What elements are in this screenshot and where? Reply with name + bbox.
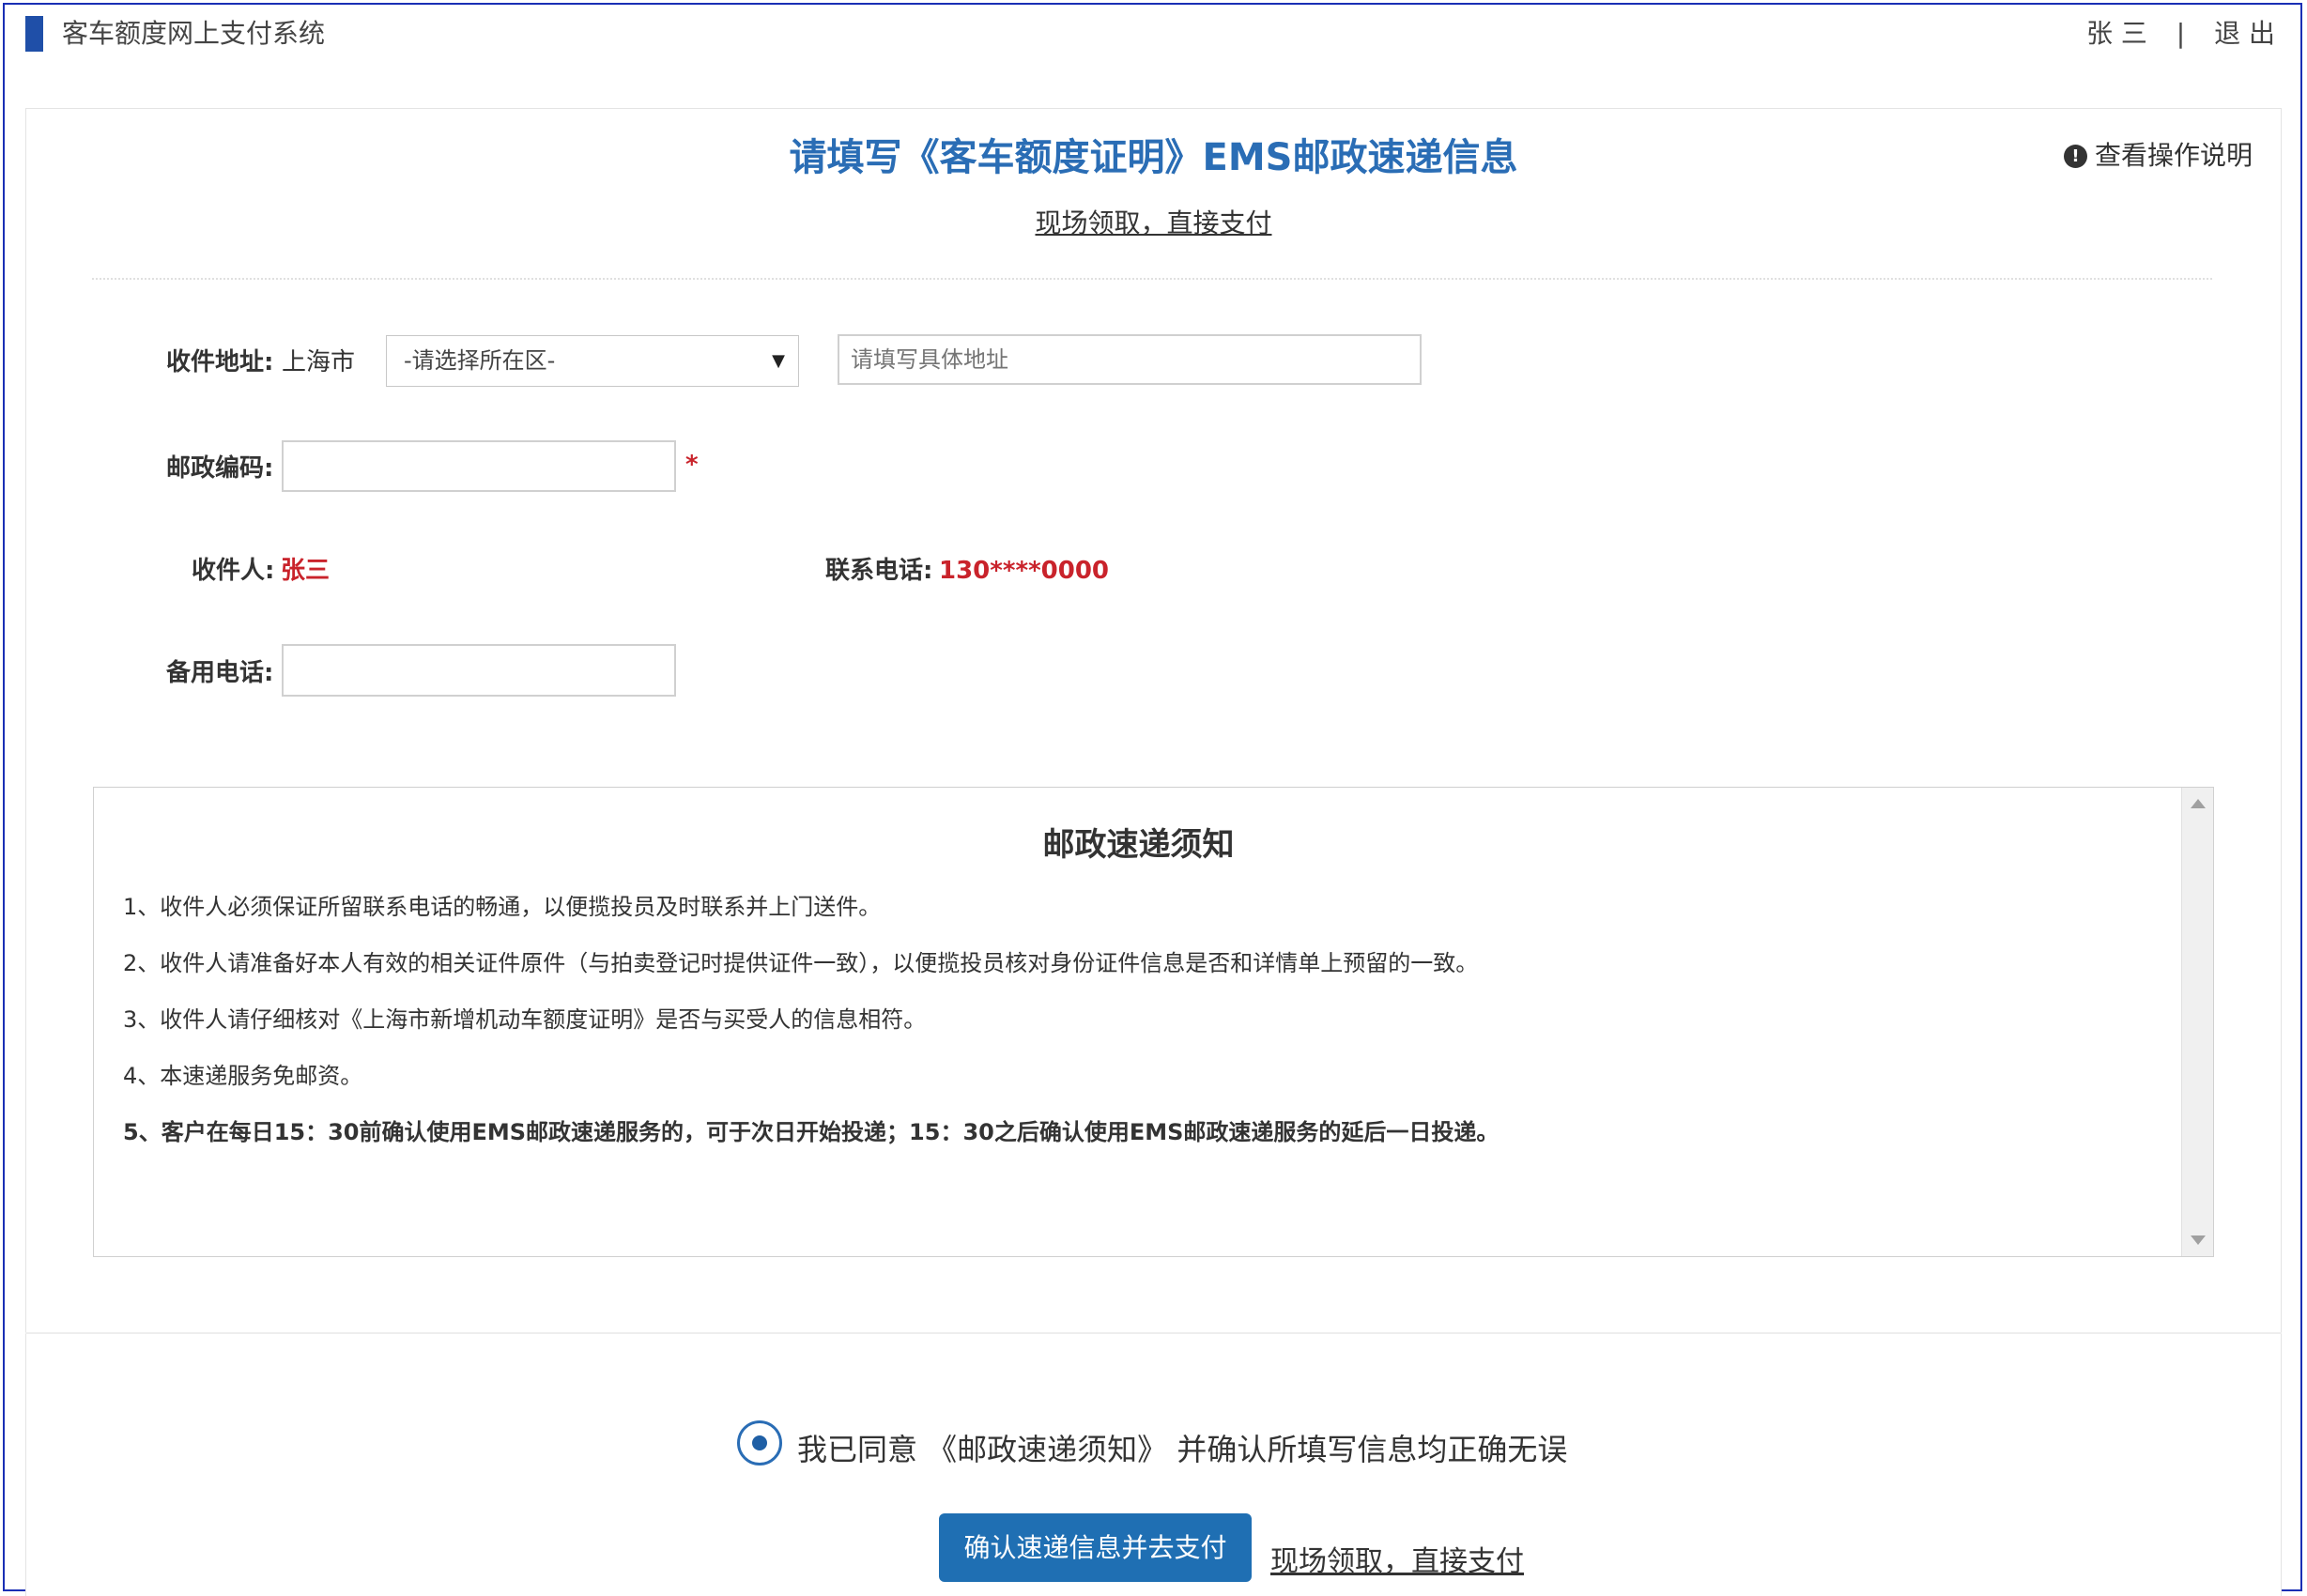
city-value: 上海市	[282, 348, 356, 376]
brand-accent-bar	[25, 16, 43, 52]
notice-item-5: 5、客户在每日15：30前确认使用EMS邮政速递服务的，可于次日开始投递；15：…	[123, 1119, 1500, 1145]
district-select-value: -请选择所在区-	[404, 347, 556, 374]
notice-item-3: 3、收件人请仔细核对《上海市新增机动车额度证明》是否与买受人的信息相符。	[123, 1006, 927, 1033]
phone-label: 联系电话:	[825, 557, 933, 585]
postcode-input[interactable]	[282, 440, 676, 492]
dropdown-arrow-icon: ▼	[772, 351, 785, 371]
page-title: 请填写《客车额度证明》EMS邮政速递信息	[789, 136, 1518, 179]
help-label: 查看操作说明	[2094, 140, 2253, 171]
address-input[interactable]	[838, 334, 1422, 385]
help-link[interactable]: ! 查看操作说明	[2063, 137, 2253, 175]
system-title: 客车额度网上支付系统	[62, 18, 326, 49]
notice-item-2: 2、收件人请准备好本人有效的相关证件原件（与拍卖登记时提供证件一致），以便揽投员…	[123, 950, 1479, 976]
info-icon: !	[2063, 145, 2087, 168]
backup-phone-label: 备用电话:	[166, 659, 274, 687]
user-area: 张 三 | 退 出	[2086, 15, 2275, 53]
notice-item-1: 1、收件人必须保证所留联系电话的畅通，以便揽投员及时联系并上门送件。	[123, 894, 882, 920]
scroll-up-icon[interactable]	[2191, 799, 2206, 808]
backup-phone-input[interactable]	[282, 644, 676, 697]
scroll-down-icon[interactable]	[2191, 1235, 2206, 1245]
section-divider	[25, 1332, 2282, 1334]
required-mark: *	[685, 451, 699, 479]
district-select[interactable]: -请选择所在区- ▼	[386, 335, 799, 387]
pickup-link-top[interactable]: 现场领取，直接支付	[1035, 207, 1271, 238]
user-name[interactable]: 张 三	[2086, 15, 2147, 53]
address-label: 收件地址:	[166, 348, 274, 376]
radio-selected-dot	[752, 1435, 767, 1450]
agree-text[interactable]: 我已同意 《邮政速递须知》 并确认所填写信息均正确无误	[797, 1429, 1567, 1470]
pickup-link-bottom[interactable]: 现场领取，直接支付	[1270, 1543, 1524, 1581]
recipient-value: 张三	[281, 557, 331, 585]
notice-item-4: 4、本速递服务免邮资。	[123, 1063, 363, 1089]
confirm-pay-button[interactable]: 确认速递信息并去支付	[939, 1513, 1252, 1582]
agree-radio[interactable]	[737, 1420, 782, 1466]
postcode-label: 邮政编码:	[166, 454, 274, 483]
dotted-divider	[92, 278, 2212, 280]
phone-value: 130****0000	[939, 557, 1110, 585]
notice-scrollbar[interactable]	[2181, 788, 2213, 1256]
notice-title: 邮政速递须知	[1042, 826, 1235, 864]
header-separator: |	[2176, 18, 2186, 49]
top-bar: 客车额度网上支付系统 张 三 | 退 出	[0, 0, 2307, 70]
pickup-link-top-wrapper: 现场领取，直接支付	[0, 205, 2307, 242]
notice-box[interactable]: 邮政速递须知 1、收件人必须保证所留联系电话的畅通，以便揽投员及时联系并上门送件…	[93, 787, 2214, 1257]
logout-link[interactable]: 退 出	[2214, 15, 2275, 53]
recipient-label: 收件人:	[192, 557, 275, 585]
